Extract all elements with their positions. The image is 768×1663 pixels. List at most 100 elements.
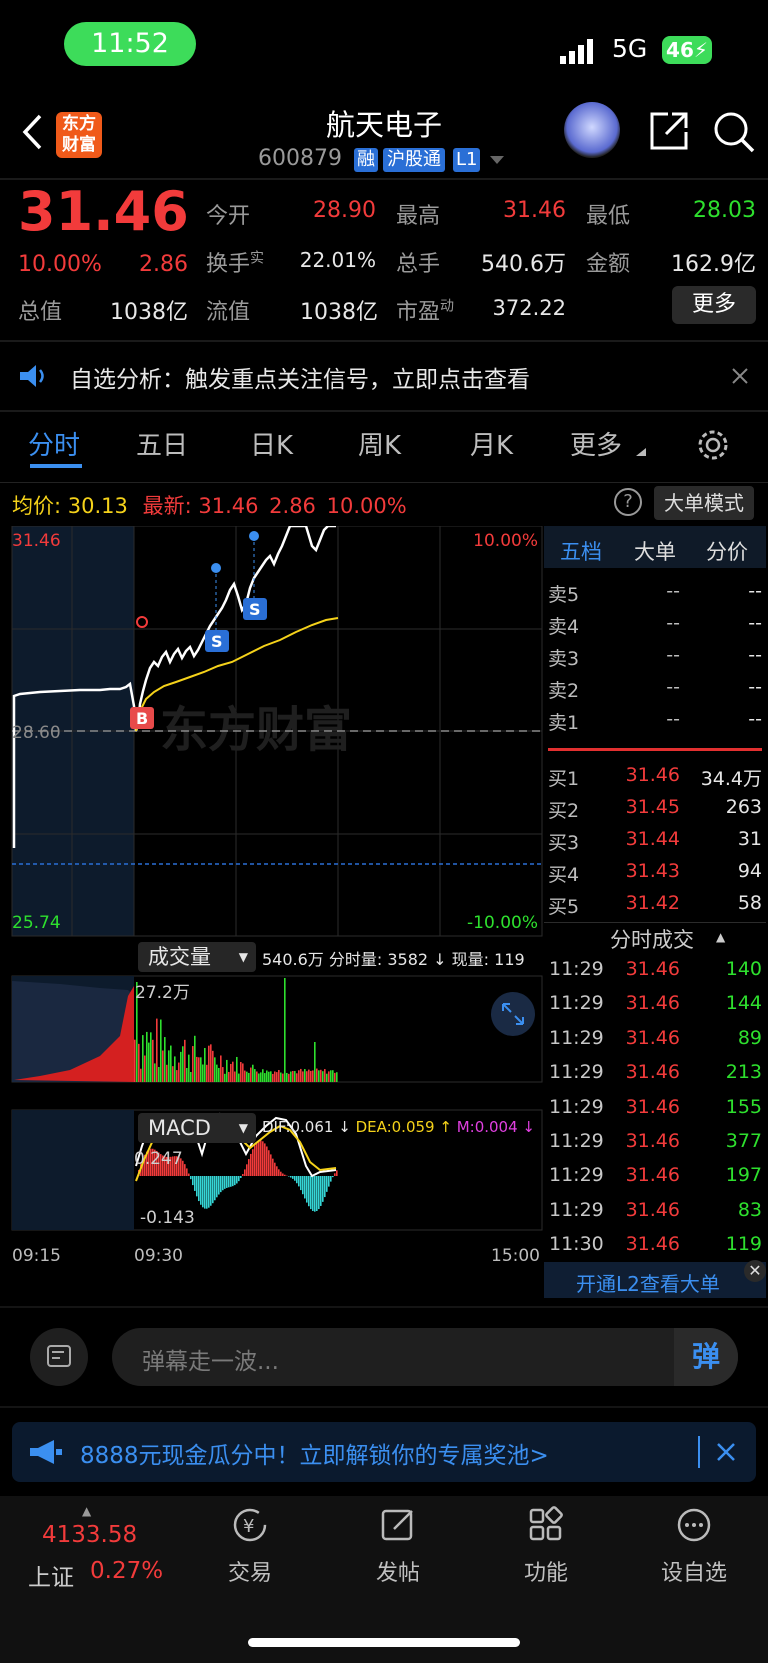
macd-bar [274,1162,276,1176]
nav-add-watchlist-label: 设自选 [660,1561,727,1586]
nav-add-watchlist[interactable]: 设自选 [644,1505,744,1587]
nav-post[interactable]: 发帖 [348,1505,448,1587]
macd-bar [276,1166,278,1176]
index-pct[interactable]: 0.27% [90,1558,163,1584]
tab-price-dist[interactable]: 分价 [706,536,748,566]
volume-bar [252,1064,254,1082]
tab-level5[interactable]: 五档 [560,536,602,566]
analysis-notice[interactable]: 自选分析：触发重点关注信号，立即点击查看 [0,342,768,410]
volume-bar [310,1070,312,1082]
notice-text: 自选分析：触发重点关注信号，立即点击查看 [70,367,530,393]
more-button[interactable]: 更多 [672,286,756,324]
volume-bar [234,1071,236,1082]
tab-more[interactable]: 更多 [570,425,622,462]
watermark: 东方财富 [160,702,352,758]
big-order-mode-button[interactable]: 大单模式 [654,486,754,520]
sell-level-price: -- [666,612,680,634]
grid-icon [529,1506,563,1541]
volume-bar [232,1061,234,1082]
sell-level-volume: -- [748,676,762,698]
volume-bar [166,1064,168,1082]
volume-bar [322,1071,324,1082]
turnover-label: 换手实 [206,250,265,277]
l2-close-icon[interactable]: ✕ [744,1260,766,1282]
turnover-value: 22.01% [299,248,376,272]
pct-change: 10.00% [18,252,102,277]
buy-level-volume: 58 [737,892,762,914]
macd-bar [256,1142,258,1176]
volume-bar [198,1057,200,1082]
tab-indicator [30,464,82,468]
comment-list-icon[interactable] [30,1328,88,1386]
tick-volume: 213 [725,1061,762,1084]
search-icon[interactable] [712,110,756,154]
dif-value: DIF:0.061 ↓ [262,1118,351,1136]
sell-level-volume: -- [748,580,762,602]
macd-bar [254,1145,256,1176]
macd-bar [196,1176,198,1197]
index-name[interactable]: 上证 [28,1558,74,1592]
caret-up-icon: ▲ [716,930,726,944]
tick-volume: 89 [737,1026,762,1049]
tick-time: 11:29 [549,1198,604,1221]
danmu-input[interactable]: 弹幕走一波... 弹 [112,1328,738,1386]
volume-bar [180,1051,182,1082]
svg-text:B: B [136,709,148,728]
volume-bar [270,1071,272,1082]
danmu-placeholder: 弹幕走一波... [142,1349,279,1375]
help-icon[interactable]: ? [614,488,642,516]
stock-code: 600879 [258,146,342,171]
sell-level-price: -- [666,644,680,666]
tab-weekly[interactable]: 周K [358,425,401,462]
volume-bar [192,1046,194,1082]
volume-bar [170,1045,172,1082]
macd-bar [192,1176,194,1186]
nav-function[interactable]: 功能 [496,1505,596,1587]
macd-bar [298,1176,300,1187]
tab-daily[interactable]: 日K [250,425,293,462]
index-value[interactable]: 4133.58 [42,1522,137,1548]
close-icon[interactable] [732,368,748,384]
volume-bar [218,1067,220,1082]
orderbook-divider [548,748,762,751]
tag-level: L1 [453,148,481,172]
intraday-chart[interactable]: 东方财富 B S S 31.46 10.00% 28.60 25.74 -10.… [0,526,544,1286]
macd-selector[interactable]: MACD ▼ [138,1113,256,1143]
tab-intraday[interactable]: 分时 [28,425,80,462]
danmu-button[interactable]: 弹 [674,1328,738,1386]
macd-bar [184,1164,186,1176]
svg-text:S: S [211,632,223,651]
tab-monthly[interactable]: 月K [470,425,513,462]
macd-bar [336,1170,338,1176]
macd-bar [224,1176,226,1189]
macd-bar [188,1173,190,1176]
last-price: 31.46 [18,180,189,243]
volume-bar [272,1073,274,1082]
volume-bar [314,1042,316,1082]
volume-bar [334,1072,336,1082]
macd-bar [246,1164,248,1176]
volume-selector[interactable]: 成交量 ▼ [138,942,256,972]
sell-level-volume: -- [748,708,762,730]
avg-value: 30.13 [67,494,128,518]
macd-bar [218,1176,220,1195]
caret-down-icon[interactable] [490,156,504,166]
share-icon[interactable] [648,110,690,152]
volume-bar [156,1018,158,1082]
volume-bar [238,1073,240,1082]
promo-banner[interactable]: 8888元现金瓜分中！立即解锁你的专属奖池> [12,1422,756,1482]
nav-trade[interactable]: ¥ 交易 [200,1505,300,1587]
volume-bar [288,1073,290,1082]
tab-big-order[interactable]: 大单 [634,536,676,566]
close-icon[interactable] [716,1442,736,1462]
tab-5day[interactable]: 五日 [136,425,188,462]
settings-gear-icon[interactable] [696,428,730,462]
volume-bar [216,1064,218,1082]
macd-bar [332,1176,334,1178]
volume-bar [254,1069,256,1082]
volume-bar [332,1070,334,1082]
float-value: 1038亿 [300,300,378,325]
latest-change: 2.86 [269,494,316,518]
volume-bar [208,1045,210,1082]
robot-avatar-icon[interactable] [564,102,620,158]
